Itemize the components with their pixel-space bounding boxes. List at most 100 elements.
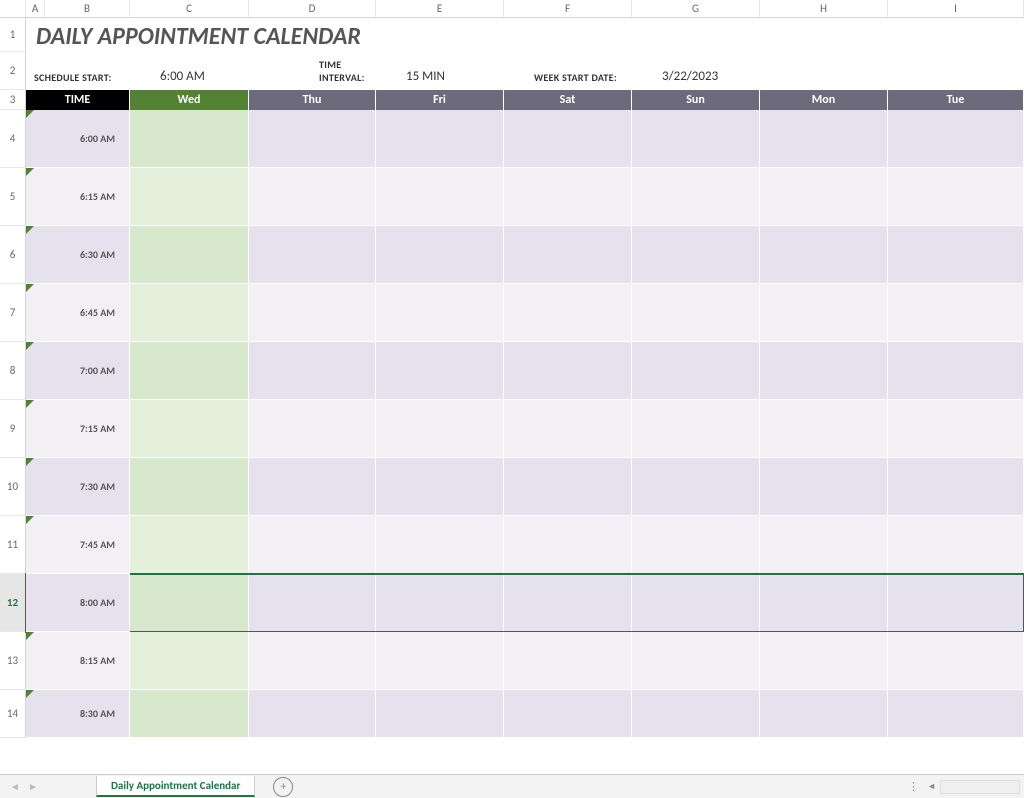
row-number-5[interactable]: 5: [0, 168, 26, 226]
slot-cell-wed[interactable]: [130, 690, 249, 738]
slot-cell[interactable]: [632, 342, 760, 400]
row-number-9[interactable]: 9: [0, 400, 26, 458]
time-interval-value[interactable]: 15 MIN: [406, 69, 504, 84]
horizontal-scrollbar[interactable]: [940, 780, 1020, 794]
tab-options-icon[interactable]: ⋮: [908, 780, 920, 793]
slot-cell[interactable]: [504, 226, 632, 284]
column-header-D[interactable]: D: [249, 0, 376, 17]
slot-cell-wed[interactable]: [130, 516, 249, 574]
row-number-10[interactable]: 10: [0, 458, 26, 516]
slot-cell[interactable]: [504, 400, 632, 458]
column-header-C[interactable]: C: [130, 0, 249, 17]
slot-cell[interactable]: [888, 690, 1024, 738]
slot-cell[interactable]: [376, 342, 504, 400]
slot-cell[interactable]: [249, 632, 376, 690]
slot-cell[interactable]: [249, 458, 376, 516]
slot-cell[interactable]: [632, 168, 760, 226]
slot-cell[interactable]: [888, 516, 1024, 574]
slot-cell[interactable]: [632, 226, 760, 284]
slot-cell-wed[interactable]: [130, 574, 249, 632]
slot-cell-wed[interactable]: [130, 342, 249, 400]
time-slot-row[interactable]: 8:00 AM: [26, 574, 1024, 632]
slot-cell[interactable]: [376, 632, 504, 690]
row-number-6[interactable]: 6: [0, 226, 26, 284]
schedule-start-value[interactable]: 6:00 AM: [160, 69, 249, 84]
slot-cell-wed[interactable]: [130, 458, 249, 516]
week-start-value[interactable]: 3/22/2023: [662, 69, 760, 84]
slot-cell[interactable]: [632, 110, 760, 168]
slot-cell[interactable]: [504, 168, 632, 226]
slot-cell[interactable]: [632, 516, 760, 574]
column-header-F[interactable]: F: [504, 0, 632, 17]
slot-cell[interactable]: [249, 342, 376, 400]
slot-cell[interactable]: [249, 400, 376, 458]
column-header-B[interactable]: B: [45, 0, 130, 17]
row-number-2[interactable]: 2: [0, 52, 26, 90]
slot-cell[interactable]: [760, 632, 888, 690]
row-number-11[interactable]: 11: [0, 516, 26, 574]
slot-cell[interactable]: [376, 690, 504, 738]
slot-cell[interactable]: [632, 400, 760, 458]
time-slot-row[interactable]: 6:30 AM: [26, 226, 1024, 284]
add-sheet-icon[interactable]: +: [273, 777, 293, 797]
slot-cell[interactable]: [632, 632, 760, 690]
slot-cell-wed[interactable]: [130, 226, 249, 284]
slot-cell[interactable]: [760, 168, 888, 226]
slot-cell-wed[interactable]: [130, 400, 249, 458]
time-slot-row[interactable]: 6:45 AM: [26, 284, 1024, 342]
time-slot-row[interactable]: 7:45 AM: [26, 516, 1024, 574]
slot-cell[interactable]: [249, 574, 376, 632]
slot-cell[interactable]: [888, 168, 1024, 226]
slot-cell[interactable]: [376, 284, 504, 342]
slot-cell[interactable]: [504, 516, 632, 574]
slot-cell[interactable]: [504, 632, 632, 690]
slot-cell[interactable]: [376, 110, 504, 168]
slot-cell[interactable]: [632, 690, 760, 738]
slot-cell[interactable]: [376, 226, 504, 284]
slot-cell[interactable]: [888, 284, 1024, 342]
slot-cell[interactable]: [888, 110, 1024, 168]
scroll-left-icon[interactable]: ◄: [927, 781, 936, 792]
slot-cell-wed[interactable]: [130, 284, 249, 342]
sheet-tab[interactable]: Daily Appointment Calendar: [96, 776, 255, 797]
row-number-7[interactable]: 7: [0, 284, 26, 342]
slot-cell-wed[interactable]: [130, 110, 249, 168]
slot-cell[interactable]: [504, 110, 632, 168]
slot-cell[interactable]: [504, 342, 632, 400]
slot-cell[interactable]: [760, 342, 888, 400]
slot-cell[interactable]: [376, 168, 504, 226]
slot-cell[interactable]: [632, 284, 760, 342]
slot-cell[interactable]: [632, 574, 760, 632]
slot-cell[interactable]: [888, 458, 1024, 516]
slot-cell[interactable]: [760, 400, 888, 458]
slot-cell-wed[interactable]: [130, 632, 249, 690]
slot-cell[interactable]: [504, 574, 632, 632]
slot-cell[interactable]: [760, 284, 888, 342]
slot-cell[interactable]: [760, 458, 888, 516]
time-slot-row[interactable]: 6:15 AM: [26, 168, 1024, 226]
column-header-I[interactable]: I: [888, 0, 1024, 17]
slot-cell[interactable]: [504, 284, 632, 342]
slot-cell-wed[interactable]: [130, 168, 249, 226]
slot-cell[interactable]: [760, 516, 888, 574]
time-slot-row[interactable]: 7:15 AM: [26, 400, 1024, 458]
slot-cell[interactable]: [376, 574, 504, 632]
slot-cell[interactable]: [760, 226, 888, 284]
row-number-1[interactable]: 1: [0, 18, 26, 52]
time-slot-row[interactable]: 8:15 AM: [26, 632, 1024, 690]
slot-cell[interactable]: [249, 168, 376, 226]
time-slot-row[interactable]: 8:30 AM: [26, 690, 1024, 738]
slot-cell[interactable]: [249, 284, 376, 342]
slot-cell[interactable]: [249, 226, 376, 284]
column-header-A[interactable]: A: [26, 0, 45, 17]
slot-cell[interactable]: [376, 516, 504, 574]
slot-cell[interactable]: [888, 574, 1024, 632]
slot-cell[interactable]: [376, 400, 504, 458]
slot-cell[interactable]: [249, 110, 376, 168]
slot-cell[interactable]: [888, 632, 1024, 690]
tab-prev-icon[interactable]: ◄: [8, 780, 22, 794]
slot-cell[interactable]: [249, 516, 376, 574]
slot-cell[interactable]: [376, 458, 504, 516]
slot-cell[interactable]: [760, 110, 888, 168]
time-slot-row[interactable]: 7:30 AM: [26, 458, 1024, 516]
